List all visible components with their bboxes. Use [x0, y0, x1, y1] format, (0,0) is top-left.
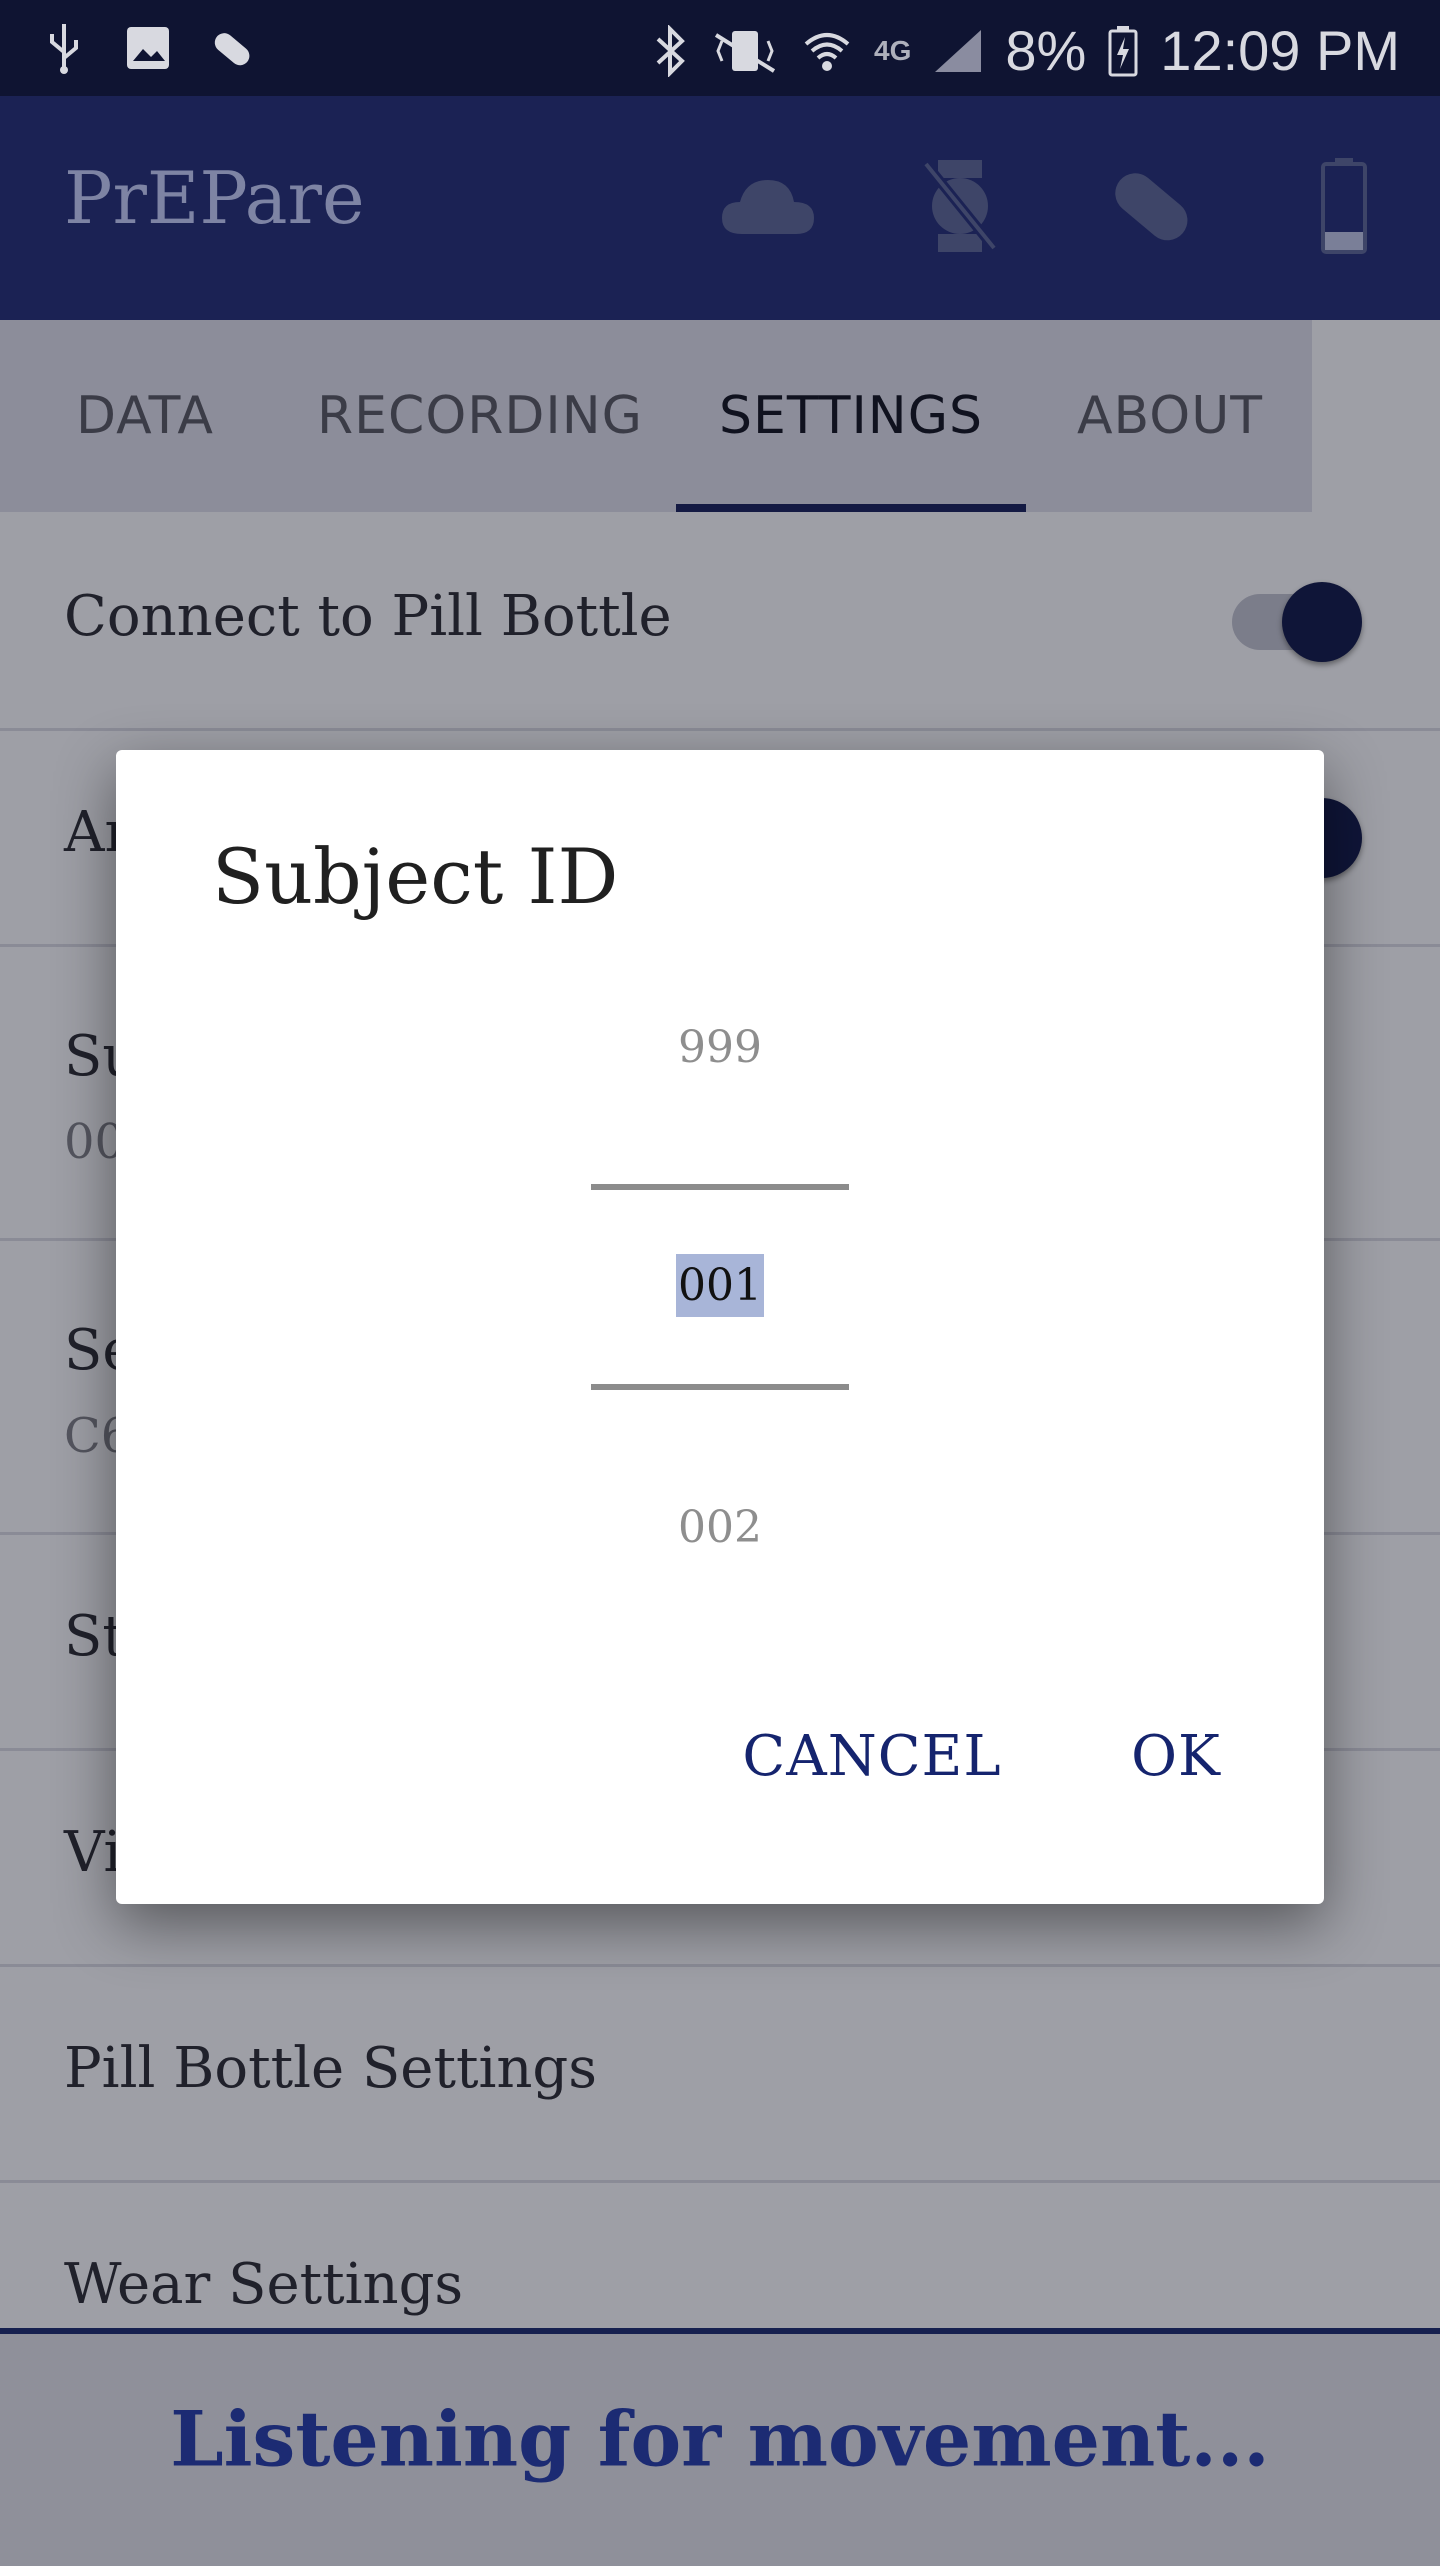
setting-title: Pill Bottle Settings: [64, 2036, 598, 2101]
tab-bar: DATA RECORDING SETTINGS ABOUT: [0, 320, 1312, 512]
tab-indicator: [676, 504, 1026, 512]
battery-icon[interactable]: [1248, 156, 1440, 256]
network-type: 4G: [874, 34, 912, 66]
subject-id-dialog: Subject ID 999 001 002 CANCEL OK: [116, 750, 1324, 1904]
cancel-button[interactable]: CANCEL: [742, 1706, 1000, 1806]
picker-divider-top: [591, 1184, 849, 1190]
tab-settings[interactable]: SETTINGS: [676, 320, 1026, 512]
tab-about[interactable]: ABOUT: [1060, 320, 1280, 512]
setting-title: Vi: [64, 1820, 122, 1885]
app-title: PrEPare: [64, 156, 365, 240]
listening-status-text: Listening for movement...: [170, 2394, 1270, 2484]
toggle-switch[interactable]: [1282, 582, 1362, 662]
signal-icon: [933, 28, 983, 74]
ok-button[interactable]: OK: [1116, 1706, 1236, 1806]
app-bar: PrEPare: [0, 96, 1440, 320]
pill-icon[interactable]: [1056, 156, 1248, 256]
setting-title: Wear Settings: [64, 2252, 464, 2317]
wifi-icon: [802, 26, 852, 76]
battery-percent: 8%: [1005, 19, 1087, 82]
clock: 12:09 PM: [1160, 19, 1400, 82]
picker-divider-bottom: [591, 1384, 849, 1390]
status-bar: 4G 8% 12:09 PM: [0, 0, 1440, 96]
cloud-icon[interactable]: [672, 156, 864, 256]
setting-connect-pill-bottle[interactable]: Connect to Pill Bottle: [0, 512, 1440, 731]
picker-previous-value[interactable]: 999: [116, 1022, 1324, 1073]
image-icon: [124, 20, 172, 76]
dialog-title: Subject ID: [212, 832, 619, 921]
picker-current-value[interactable]: 001: [116, 1254, 1324, 1317]
picker-next-value[interactable]: 002: [116, 1502, 1324, 1553]
tab-data[interactable]: DATA: [40, 320, 250, 512]
pill-icon: [208, 20, 256, 76]
battery-charging-icon: [1108, 25, 1138, 77]
setting-pill-bottle-settings[interactable]: Pill Bottle Settings: [0, 1964, 1440, 2183]
usb-icon: [40, 20, 88, 76]
bluetooth-icon: [654, 24, 688, 77]
watch-off-icon[interactable]: [864, 156, 1056, 256]
vibrate-mute-icon: [710, 25, 780, 77]
tab-recording[interactable]: RECORDING: [310, 320, 650, 512]
setting-title: Connect to Pill Bottle: [64, 584, 672, 649]
